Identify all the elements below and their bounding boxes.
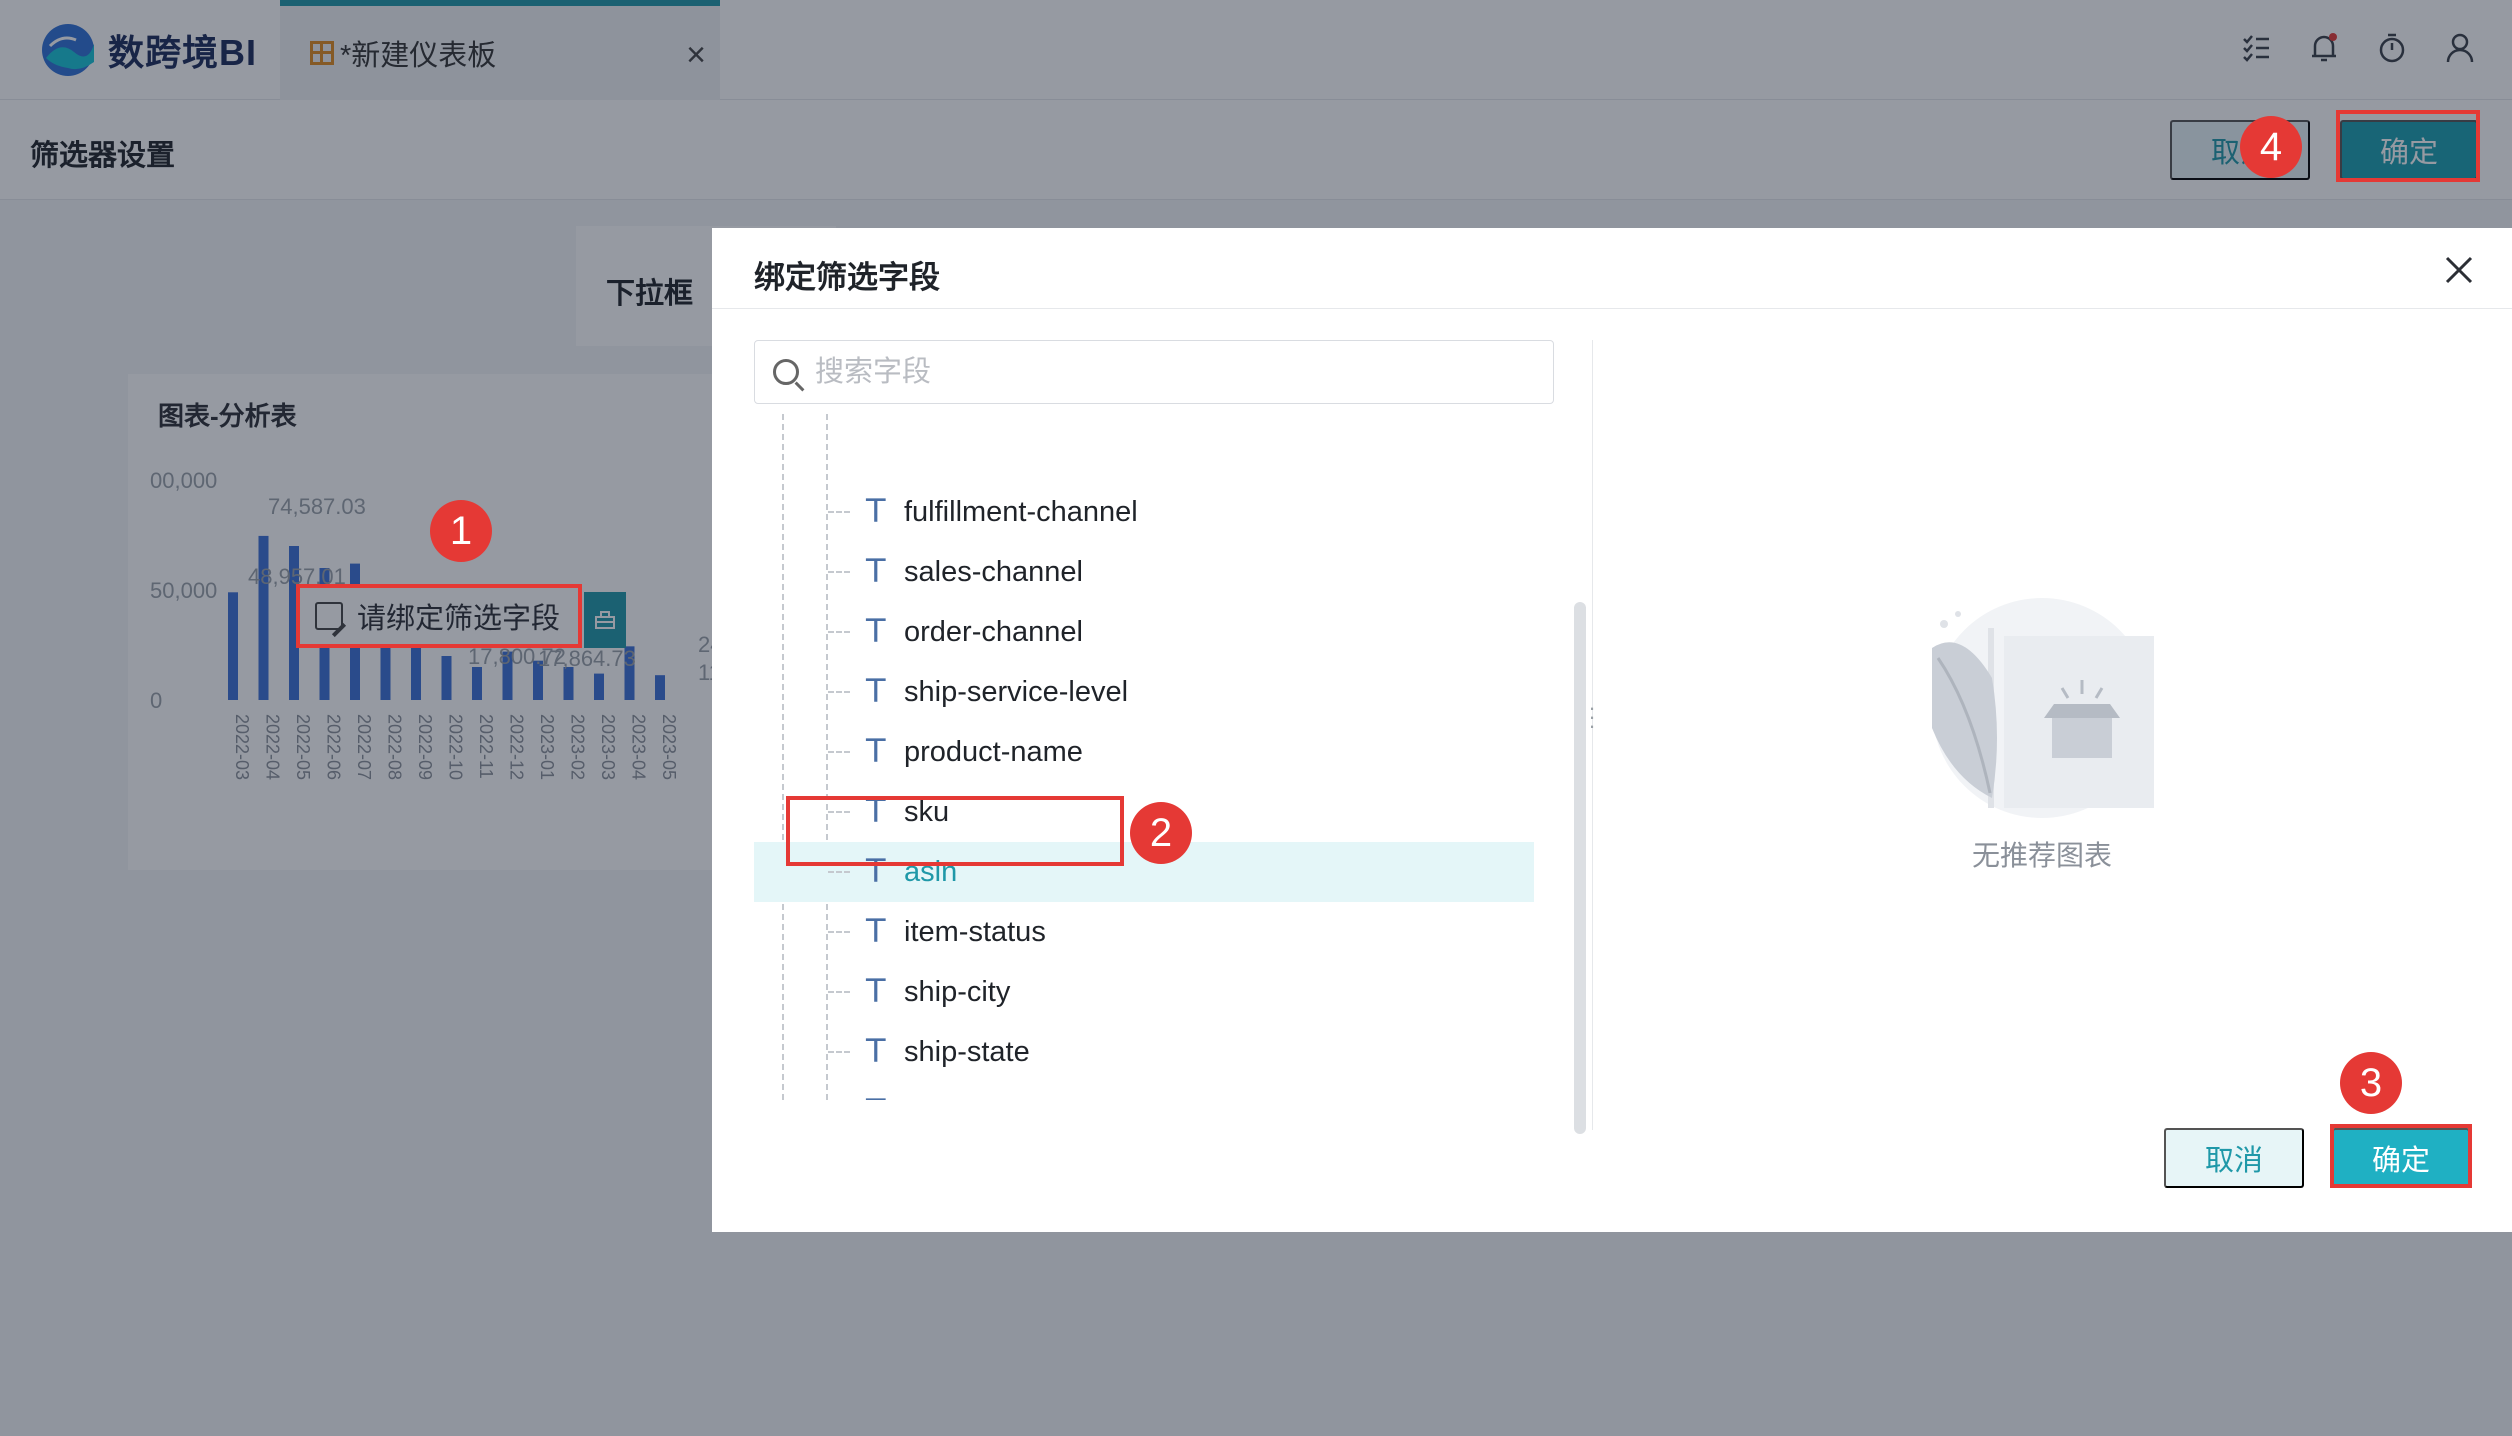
dialog-divider: [712, 308, 2512, 309]
tree-connector: [828, 631, 850, 633]
empty-state-text: 无推荐图表: [1971, 840, 2112, 871]
field-item-ship-state[interactable]: Tship-state: [754, 1022, 1534, 1082]
highlight-dialog-ok: [2330, 1124, 2472, 1188]
text-type-icon: T: [866, 492, 886, 530]
tree-connector: [828, 871, 850, 873]
tree-connector: [828, 931, 850, 933]
tree-connector: [828, 991, 850, 993]
close-icon[interactable]: [2444, 250, 2474, 292]
highlight-header-ok: [2336, 110, 2480, 182]
field-label: order-channel: [904, 616, 1083, 648]
tree-connector: [828, 1051, 850, 1053]
field-item-ship-service-level[interactable]: Tship-service-level: [754, 662, 1534, 722]
field-label: sales-channel: [904, 556, 1083, 588]
text-type-icon: T: [866, 972, 886, 1010]
field-label: product-name: [904, 736, 1083, 768]
tree-connector: [828, 571, 850, 573]
tree-connector: [828, 511, 850, 513]
text-type-icon: T: [866, 912, 886, 950]
text-type-icon: T: [866, 1032, 886, 1070]
field-label: fulfillment-channel: [904, 496, 1138, 528]
highlight-asin-field: [786, 796, 1124, 866]
text-type-icon: T: [866, 612, 886, 650]
step-badge-2: 2: [1130, 802, 1192, 864]
text-type-icon: T: [866, 1092, 886, 1100]
field-label: ship-state: [904, 1036, 1030, 1068]
field-item-product-name[interactable]: Tproduct-name: [754, 722, 1534, 782]
text-type-icon: T: [866, 672, 886, 710]
field-item-fulfillment-channel[interactable]: Tfulfillment-channel: [754, 482, 1534, 542]
panel-resize-handle[interactable]: · · ·: [1582, 696, 1602, 736]
field-item-item-status[interactable]: Titem-status: [754, 902, 1534, 962]
bind-field-dialog: 绑定筛选字段 Tfulfillment-channelTsales-channe…: [712, 228, 2512, 1232]
dialog-title: 绑定筛选字段: [754, 260, 940, 295]
text-type-icon: T: [866, 552, 886, 590]
field-label: ship-service-level: [904, 676, 1129, 708]
field-search-box[interactable]: [754, 340, 1554, 404]
step-badge-1: 1: [430, 500, 492, 562]
dialog-cancel-button[interactable]: 取消: [2164, 1128, 2304, 1188]
tree-connector: [828, 691, 850, 693]
search-icon: [773, 359, 799, 385]
field-search-input[interactable]: [815, 355, 1515, 389]
field-tree: Tfulfillment-channel Tsales-channel Torder…: [754, 414, 1578, 1100]
highlight-bind-chip: [296, 584, 582, 648]
field-item-sales-channel[interactable]: Tsales-channel: [754, 542, 1534, 602]
field-item-ship-postal-code[interactable]: Tship-postal-code: [754, 1082, 1534, 1100]
tree-connector: [828, 751, 850, 753]
text-type-icon: T: [866, 732, 886, 770]
field-label: item-status: [904, 916, 1046, 948]
field-label: ship-postal-code: [904, 1096, 1117, 1100]
field-label: ship-city: [904, 976, 1011, 1008]
field-item-order-channel[interactable]: Torder-channel: [754, 602, 1534, 662]
step-badge-3: 3: [2340, 1052, 2402, 1114]
field-item-ship-city[interactable]: Tship-city: [754, 962, 1534, 1022]
step-badge-4: 4: [2240, 116, 2302, 178]
field-list-scrollbar[interactable]: [1574, 602, 1586, 1134]
